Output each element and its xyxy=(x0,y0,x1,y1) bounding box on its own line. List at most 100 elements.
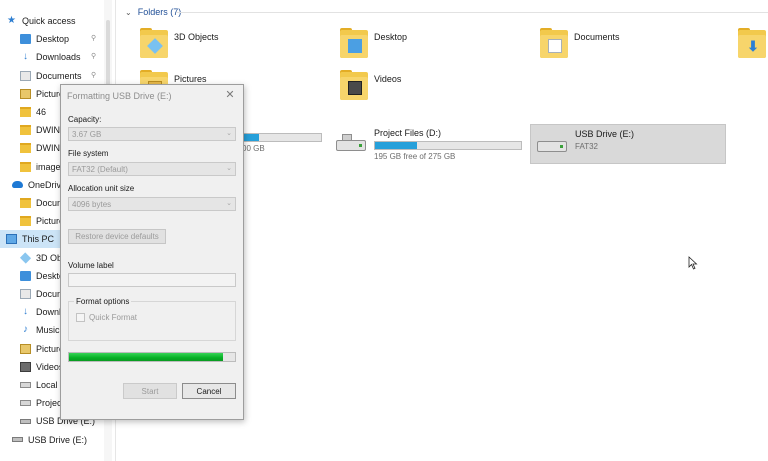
capacity-label: Capacity: xyxy=(68,115,102,124)
format-options-label: Format options xyxy=(74,297,132,306)
drive-usage-fill xyxy=(243,134,259,141)
quick-format-label: Quick Format xyxy=(89,313,138,322)
close-icon[interactable]: ✕ xyxy=(223,88,237,102)
folder-icon xyxy=(20,125,31,136)
drive-details: Project Files (D:) 195 GB free of 275 GB xyxy=(374,128,522,161)
cancel-button[interactable]: Cancel xyxy=(182,383,236,399)
desktop-icon xyxy=(20,270,31,281)
drive-tile-usb-drive[interactable]: USB Drive (E:) FAT32 xyxy=(530,124,726,164)
filesystem-label: File system xyxy=(68,149,109,158)
videos-icon xyxy=(20,361,31,372)
folder-icon xyxy=(20,107,31,117)
download-icon: ↓ xyxy=(23,306,28,318)
usb-drive-icon xyxy=(12,437,23,443)
start-button[interactable]: Start xyxy=(123,383,177,399)
folders-group-header[interactable]: ⌄ Folders (7) xyxy=(125,7,181,17)
sidebar-item[interactable]: ↓ Downloads ⚲ xyxy=(0,48,112,66)
folder-tile-3d-objects[interactable]: 3D Objects xyxy=(140,28,219,58)
drive-usage-bar xyxy=(374,141,522,150)
sidebar-item-label: USB Drive (E:) xyxy=(28,434,88,445)
sidebar-item-label: DWIN xyxy=(36,125,60,136)
drive-icon xyxy=(336,128,366,158)
drive-free-space: 195 GB free of 275 GB xyxy=(374,152,456,161)
folder-label: Documents xyxy=(574,32,620,42)
quick-format-checkbox[interactable] xyxy=(76,313,85,322)
filesystem-value: FAT32 (Default) xyxy=(72,164,128,174)
restore-defaults-button[interactable]: Restore device defaults xyxy=(68,229,166,244)
format-progress-bar xyxy=(68,352,236,362)
music-icon: ♪ xyxy=(23,324,28,336)
mouse-cursor-icon xyxy=(688,256,698,270)
folder-icon xyxy=(20,143,31,154)
folder-tile-documents[interactable]: Documents xyxy=(540,28,620,58)
folder-label: Desktop xyxy=(374,32,408,42)
allocation-label: Allocation unit size xyxy=(68,184,135,193)
desktop-icon xyxy=(20,34,31,45)
sidebar-item-label: Music xyxy=(36,325,60,336)
pin-icon: ⚲ xyxy=(91,53,97,61)
downloads-folder-icon: ⬇ xyxy=(738,28,766,58)
folder-icon xyxy=(20,198,31,208)
folders-group-title: Folders (7) xyxy=(137,7,182,17)
drive-tile-project-files[interactable]: Project Files (D:) 195 GB free of 275 GB xyxy=(330,124,530,164)
allocation-value: 4096 bytes xyxy=(72,199,112,209)
folder-label: Videos xyxy=(374,74,402,84)
usb-drive-icon xyxy=(20,418,31,424)
desktop-folder-icon xyxy=(340,28,368,58)
format-dialog: Formatting USB Drive (E:) ✕ Capacity: 3.… xyxy=(60,84,244,420)
usb-drive-icon xyxy=(537,129,567,159)
drive-name: USB Drive (E:) xyxy=(575,129,635,139)
documents-icon xyxy=(20,70,31,81)
drive-details: 00 GB xyxy=(242,130,322,153)
sidebar-item-label: Documents xyxy=(36,70,82,81)
format-progress-fill xyxy=(69,353,224,361)
sidebar-item[interactable]: Desktop ⚲ xyxy=(0,30,112,48)
sidebar-item-label: Desktop xyxy=(36,34,70,45)
sidebar-item[interactable]: ★ Quick access xyxy=(0,12,112,30)
capacity-value: 3.67 GB xyxy=(72,129,102,139)
onedrive-icon xyxy=(12,181,23,189)
format-options-group: Format options Quick Format xyxy=(68,297,236,341)
sidebar-item[interactable]: USB Drive (E:) xyxy=(0,431,112,449)
sidebar-item-label: 46 xyxy=(36,107,47,117)
drive-icon xyxy=(20,400,31,407)
group-divider xyxy=(176,12,768,13)
videos-folder-icon xyxy=(340,70,368,100)
download-icon: ↓ xyxy=(23,51,28,63)
pin-icon: ⚲ xyxy=(91,71,97,79)
pin-icon: ⚲ xyxy=(91,35,97,43)
documents-icon xyxy=(20,289,31,299)
drive-usage-fill xyxy=(375,142,418,149)
dialog-title: Formatting USB Drive (E:) xyxy=(67,91,172,101)
sidebar-item-label: DWIN xyxy=(36,143,60,154)
chevron-down-icon: ⌄ xyxy=(125,7,132,17)
folder-tile-downloads[interactable]: ⬇ xyxy=(738,28,768,58)
capacity-select[interactable]: 3.67 GB ⌄ xyxy=(68,127,236,141)
documents-folder-icon xyxy=(540,28,568,58)
drive-details: USB Drive (E:) FAT32 xyxy=(575,129,634,151)
drive-free-space: 00 GB xyxy=(242,144,265,153)
sidebar-item-label: Downloads xyxy=(36,52,81,63)
volume-label-input[interactable] xyxy=(68,273,236,287)
this-pc-icon xyxy=(6,234,17,245)
folder-tile-desktop[interactable]: Desktop xyxy=(340,28,407,58)
drive-tile-local-disk[interactable]: 00 GB xyxy=(236,126,336,166)
star-icon: ★ xyxy=(7,15,16,26)
drive-usage-bar xyxy=(242,133,322,142)
pictures-icon xyxy=(20,343,31,354)
volume-label: Volume label xyxy=(68,261,114,270)
folder-icon xyxy=(20,216,31,227)
sidebar-item[interactable]: Documents ⚲ xyxy=(0,67,112,85)
folder-label: Pictures xyxy=(174,74,207,84)
filesystem-select[interactable]: FAT32 (Default) ⌄ xyxy=(68,162,236,176)
folder-icon xyxy=(20,161,31,172)
sidebar-item-label: This PC xyxy=(22,234,55,245)
allocation-select[interactable]: 4096 bytes ⌄ xyxy=(68,197,236,211)
chevron-down-icon: ⌄ xyxy=(226,200,232,207)
3d-objects-folder-icon xyxy=(140,28,168,58)
3d-objects-icon xyxy=(19,252,32,264)
sidebar-item-label: Quick access xyxy=(22,16,76,26)
chevron-down-icon: ⌄ xyxy=(226,165,232,172)
folder-tile-videos[interactable]: Videos xyxy=(340,70,401,100)
drive-name: Project Files (D:) xyxy=(374,128,442,138)
